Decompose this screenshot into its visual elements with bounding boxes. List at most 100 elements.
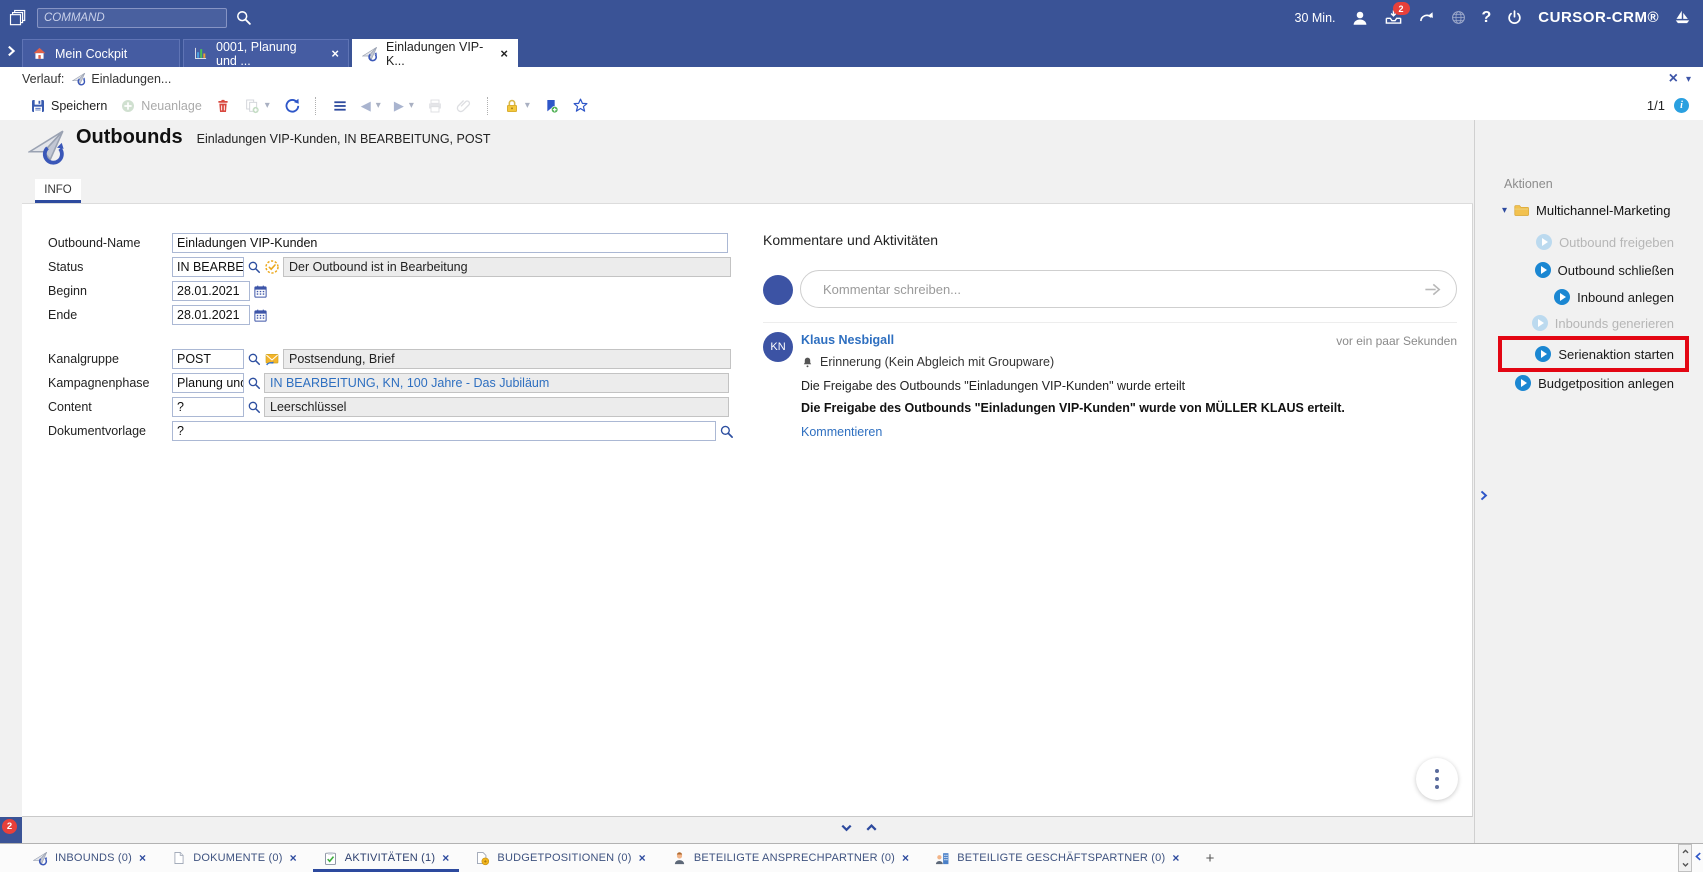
delete-button[interactable] bbox=[215, 98, 231, 114]
content-description: Leerschlüssel bbox=[264, 397, 729, 417]
search-icon[interactable] bbox=[235, 9, 252, 26]
lock-button[interactable] bbox=[504, 98, 530, 114]
ende-date-input[interactable]: 28.01.2021 bbox=[172, 305, 250, 325]
tab-einladungen-vip[interactable]: Einladungen VIP-K... bbox=[352, 39, 518, 67]
outbound-dart-icon bbox=[28, 128, 66, 166]
history-entry[interactable]: Einladungen... bbox=[91, 72, 171, 86]
action-budgetposition-anlegen[interactable]: Budgetposition anlegen bbox=[1515, 371, 1674, 395]
command-input[interactable] bbox=[37, 8, 227, 28]
kanalgruppe-input[interactable]: POST bbox=[172, 349, 244, 369]
envelope-icon bbox=[264, 351, 280, 367]
scroll-down-icon[interactable] bbox=[1679, 858, 1691, 871]
more-options-button[interactable] bbox=[1416, 758, 1458, 800]
chevron-down-icon[interactable] bbox=[1686, 74, 1691, 85]
action-inbound-anlegen[interactable]: Inbound anlegen bbox=[1554, 285, 1674, 309]
document-icon bbox=[172, 851, 186, 865]
action-outbound-schliessen[interactable]: Outbound schließen bbox=[1535, 258, 1674, 282]
comment-reply-link[interactable]: Kommentieren bbox=[801, 425, 882, 439]
sailboat-icon bbox=[1674, 9, 1691, 26]
notifications-icon[interactable]: 2 bbox=[1384, 8, 1403, 27]
close-icon[interactable] bbox=[442, 851, 449, 865]
notification-badge: 2 bbox=[2, 819, 17, 834]
field-label: Dokumentvorlage bbox=[48, 424, 172, 438]
page-title: Outbounds bbox=[76, 126, 183, 149]
tab-inbounds[interactable]: INBOUNDS (0) bbox=[33, 844, 146, 872]
tab-mein-cockpit[interactable]: Mein Cockpit bbox=[22, 39, 180, 67]
tab-dokumente[interactable]: DOKUMENTE (0) bbox=[172, 844, 297, 872]
outbound-name-input[interactable]: Einladungen VIP-Kunden bbox=[172, 233, 728, 253]
tab-beteiligte-ansprechpartner[interactable]: BETEILIGTE ANSPRECHPARTNER (0) bbox=[672, 844, 909, 872]
send-icon[interactable] bbox=[1423, 280, 1442, 299]
close-icon[interactable] bbox=[331, 46, 339, 61]
close-icon[interactable] bbox=[639, 851, 646, 865]
tab-beteiligte-geschaeftspartner[interactable]: BETEILIGTE GESCHÄFTSPARTNER (0) bbox=[935, 844, 1179, 872]
flag-add-button[interactable] bbox=[543, 98, 559, 114]
status-check-icon bbox=[264, 259, 280, 275]
info-icon[interactable] bbox=[1674, 98, 1689, 113]
close-icon[interactable] bbox=[1669, 70, 1678, 88]
close-icon[interactable] bbox=[500, 46, 508, 61]
separator bbox=[315, 97, 317, 115]
page-subtitle: Einladungen VIP-Kunden, IN BEARBEITUNG, … bbox=[197, 132, 491, 146]
scrollbar[interactable] bbox=[1678, 844, 1692, 872]
tab-overflow-icon[interactable] bbox=[4, 44, 18, 58]
action-serienaktion-starten[interactable]: Serienaktion starten bbox=[1535, 342, 1674, 366]
lookup-icon[interactable] bbox=[247, 400, 261, 414]
sidebar-collapse-icon[interactable] bbox=[1477, 489, 1490, 502]
close-icon[interactable] bbox=[902, 851, 909, 865]
menu-button[interactable] bbox=[332, 98, 348, 114]
save-button[interactable]: Speichern bbox=[30, 98, 107, 114]
collapse-down-icon[interactable] bbox=[839, 820, 854, 835]
tab-aktivitaeten[interactable]: AKTIVITÄTEN (1) bbox=[323, 844, 450, 872]
session-timer: 30 Min. bbox=[1295, 11, 1336, 25]
kampagnenphase-link[interactable]: IN BEARBEITUNG, KN, 100 Jahre - Das Jubi… bbox=[264, 373, 729, 393]
close-icon[interactable] bbox=[290, 851, 297, 865]
play-icon bbox=[1536, 234, 1552, 250]
calendar-icon[interactable] bbox=[253, 308, 268, 323]
close-icon[interactable] bbox=[139, 851, 146, 865]
user-icon[interactable] bbox=[1351, 9, 1369, 27]
close-icon[interactable] bbox=[1172, 851, 1179, 865]
tab-info[interactable]: INFO bbox=[35, 179, 81, 200]
business-partner-icon bbox=[935, 851, 950, 866]
history-label: Verlauf: bbox=[22, 72, 64, 86]
beginn-date-input[interactable]: 28.01.2021 bbox=[172, 281, 250, 301]
form-row-kanalgruppe: Kanalgruppe POST Postsendung, Brief bbox=[48, 349, 731, 369]
window-stack-icon[interactable] bbox=[8, 8, 28, 28]
comment-composer[interactable] bbox=[800, 270, 1457, 308]
refresh-button[interactable] bbox=[283, 97, 300, 114]
actions-group-multichannel[interactable]: Multichannel-Marketing bbox=[1502, 202, 1670, 219]
comment-input[interactable] bbox=[821, 281, 1423, 298]
inbound-dart-icon bbox=[33, 851, 48, 866]
content-input[interactable]: ? bbox=[172, 397, 244, 417]
home-icon bbox=[32, 46, 47, 61]
record-toolbar: Speichern Neuanlage ◀ ▶ bbox=[0, 91, 1703, 120]
form-row-dokumentvorlage: Dokumentvorlage ? bbox=[48, 421, 734, 441]
chevron-down-icon[interactable] bbox=[1502, 205, 1507, 216]
comment-text-line1: Die Freigabe des Outbounds "Einladungen … bbox=[801, 379, 1185, 393]
actions-group-label: Multichannel-Marketing bbox=[1536, 203, 1670, 218]
status-description: Der Outbound ist in Bearbeitung bbox=[283, 257, 731, 277]
separator bbox=[487, 97, 489, 115]
dokumentvorlage-input[interactable]: ? bbox=[172, 421, 716, 441]
redo-icon[interactable] bbox=[1418, 9, 1435, 26]
tab-kampagne[interactable]: 0001, Planung und ... bbox=[183, 39, 349, 67]
power-icon[interactable] bbox=[1506, 9, 1523, 26]
lookup-icon[interactable] bbox=[247, 376, 261, 390]
scroll-up-icon[interactable] bbox=[1679, 845, 1691, 858]
lookup-icon[interactable] bbox=[247, 260, 261, 274]
lookup-icon[interactable] bbox=[719, 424, 734, 439]
help-icon[interactable]: ? bbox=[1482, 9, 1492, 27]
expand-up-icon[interactable] bbox=[864, 820, 879, 835]
add-tab-button[interactable]: + bbox=[1206, 850, 1215, 867]
history-bar: Verlauf: Einladungen... bbox=[0, 67, 1703, 91]
kampagnenphase-input[interactable]: Planung und bbox=[172, 373, 244, 393]
status-input[interactable]: IN BEARBEITUNG bbox=[172, 257, 244, 277]
lookup-icon[interactable] bbox=[247, 352, 261, 366]
calendar-icon[interactable] bbox=[253, 284, 268, 299]
panel-collapse-left-icon[interactable] bbox=[1693, 851, 1703, 862]
chevron-down-icon[interactable] bbox=[525, 100, 530, 111]
tab-budgetpositionen[interactable]: BUDGETPOSITIONEN (0) bbox=[475, 844, 645, 872]
favorite-star-button[interactable] bbox=[572, 97, 589, 114]
copy-button bbox=[244, 98, 270, 114]
